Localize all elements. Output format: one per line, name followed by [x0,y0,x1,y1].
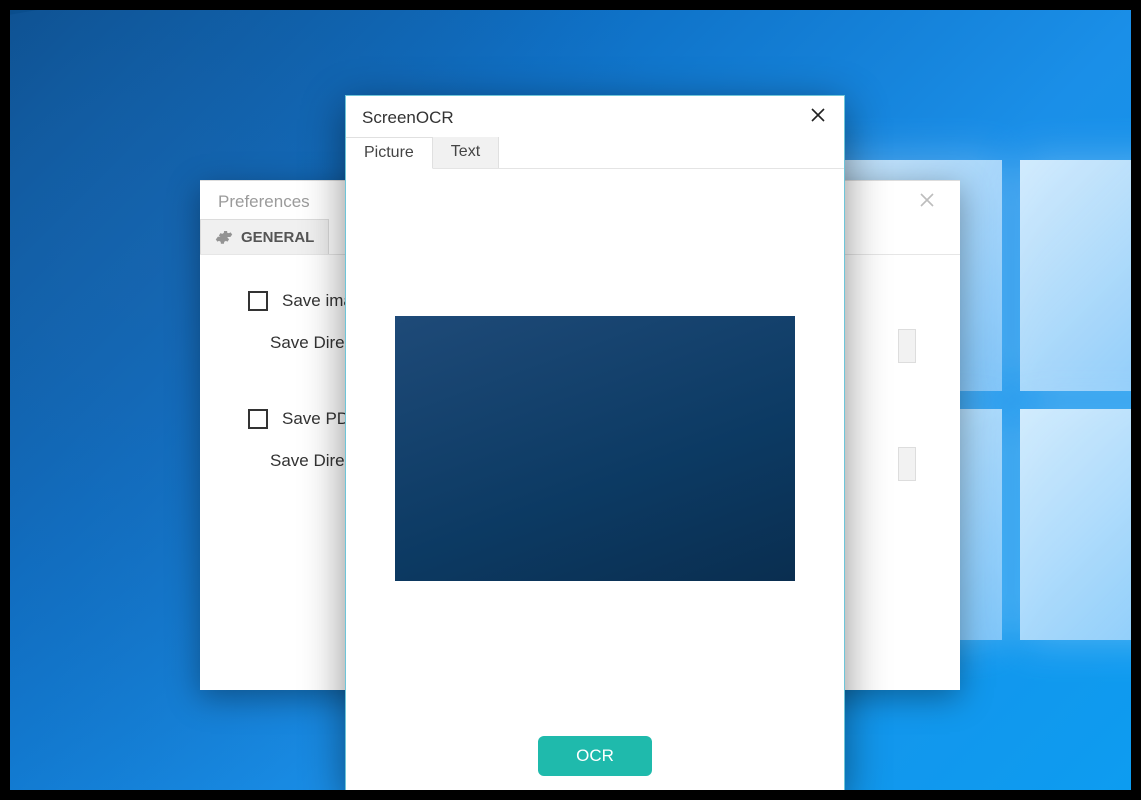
tab-picture-label: Picture [364,144,414,161]
preferences-close-button[interactable] [912,191,942,213]
save-image-label: Save ima [282,291,353,311]
tab-general-label: GENERAL [241,229,314,246]
close-icon [810,107,826,123]
ocr-button[interactable]: OCR [538,736,652,776]
screenocr-footer: OCR [346,728,844,790]
tab-text-label: Text [451,143,480,160]
browse-button-2[interactable] [898,447,916,481]
save-pdf-label: Save PD [282,409,349,429]
ocr-button-label: OCR [576,746,614,765]
save-image-checkbox[interactable] [248,291,268,311]
screenocr-title: ScreenOCR [362,108,454,128]
screenocr-titlebar: ScreenOCR [346,96,844,137]
desktop-background: Preferences GENERAL Save ima Save Direct [10,10,1131,790]
screenocr-tabs: Picture Text [346,137,844,169]
close-icon [918,191,936,209]
tab-picture[interactable]: Picture [346,137,433,169]
screenocr-window: ScreenOCR Picture Text OCR [345,95,845,790]
gear-icon [215,228,233,246]
tab-general[interactable]: GENERAL [200,219,329,254]
captured-image-preview [395,316,795,581]
tab-text[interactable]: Text [433,137,499,168]
screenocr-close-button[interactable] [802,104,834,131]
screenocr-content [346,169,844,728]
save-pdf-checkbox[interactable] [248,409,268,429]
browse-button-1[interactable] [898,329,916,363]
preferences-title: Preferences [218,192,310,212]
